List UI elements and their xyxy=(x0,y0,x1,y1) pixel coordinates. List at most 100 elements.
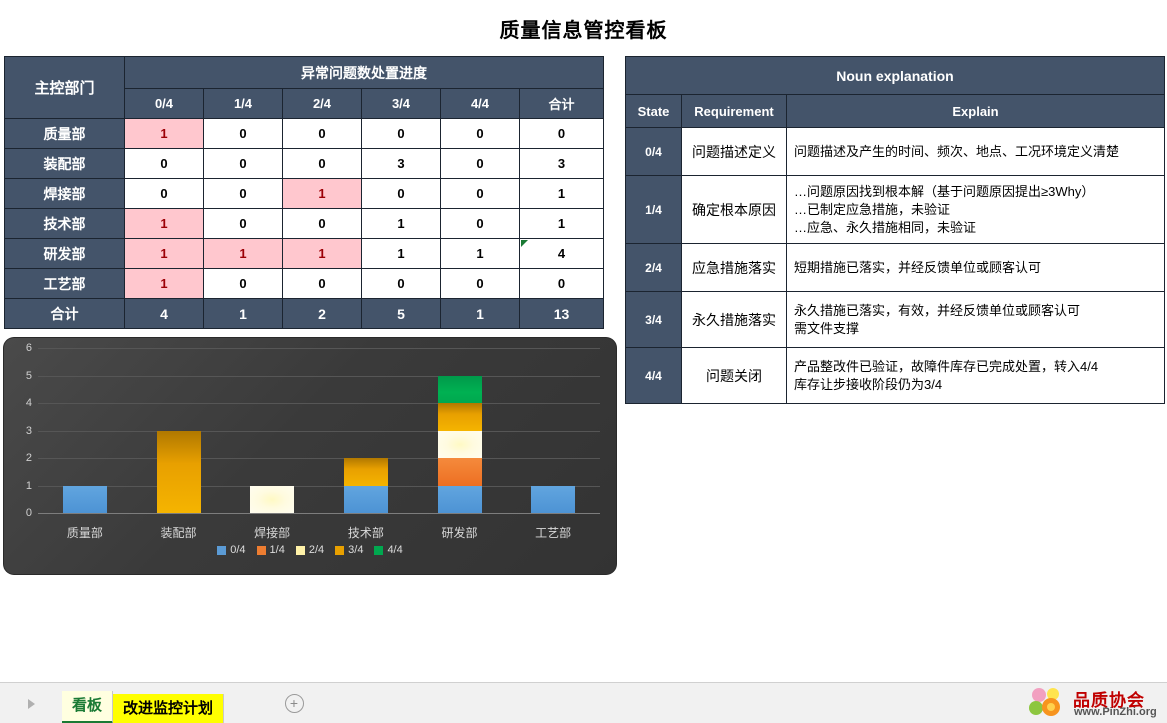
table-row: 研发部 1 1 1 1 1 4 xyxy=(4,238,604,269)
x-tick-2: 焊接部 xyxy=(254,526,291,540)
explain-1: …问题原因找到根本解（基于问题原因提出≥3Why） …已制定应急措施，未验证 …… xyxy=(786,175,1165,244)
bar-segment-3-0 xyxy=(343,485,388,513)
dept-label: 研发部 xyxy=(4,238,125,269)
x-tick-0: 质量部 xyxy=(66,526,103,540)
cell-0-3: 0 xyxy=(361,118,441,149)
cell-0-0: 1 xyxy=(124,118,204,149)
sheet-scroll-right-button[interactable] xyxy=(0,683,62,723)
legend-item-0[interactable]: 0/4 xyxy=(217,544,246,556)
requirement-1: 确定根本原因 xyxy=(681,175,787,244)
legend-item-1[interactable]: 1/4 xyxy=(256,544,285,556)
explanation-row: 2/4 应急措施落实 短期措施已落实，并经反馈单位或顾客认可 xyxy=(625,243,1165,292)
legend-label: 0/4 xyxy=(230,544,246,556)
bar-segment-1-3 xyxy=(156,430,201,513)
cell-0-1: 0 xyxy=(203,118,283,149)
total-0: 4 xyxy=(124,298,204,329)
stacked-bar-chart[interactable]: 0 1 2 3 4 5 6 质量部 装配部 焊接部 技术部 研发部 工艺部 0/4 1/4 2/4 3/4 4/… xyxy=(4,338,616,574)
explanation-row: 0/4 问题描述定义 问题描述及产生的时间、频次、地点、工况环境定义清楚 xyxy=(625,127,1165,176)
bar-group-2[interactable] xyxy=(232,348,312,513)
right-table-title: Noun explanation xyxy=(625,56,1165,95)
explain-4: 产品整改件已验证，故障件库存已完成处置，转入4/4 库存让步接收阶段仍为3/4 xyxy=(786,347,1165,404)
cell-5-1: 0 xyxy=(203,268,283,299)
bar-segment-0-0 xyxy=(62,485,107,513)
right-col-requirement: Requirement xyxy=(681,94,787,128)
add-sheet-button[interactable]: + xyxy=(280,683,308,723)
cell-2-0: 0 xyxy=(124,178,204,209)
logo-url: www.PinZhi.org xyxy=(1074,706,1157,718)
table-row: 质量部 1 0 0 0 0 0 xyxy=(4,118,604,149)
pinzhi-logo: 品质协会 www.PinZhi.org xyxy=(1027,685,1159,723)
cell-5-3: 0 xyxy=(361,268,441,299)
legend-swatch-icon xyxy=(256,545,266,555)
cell-3-5: 1 xyxy=(519,208,604,239)
total-5: 13 xyxy=(519,298,604,329)
bar-group-5[interactable] xyxy=(513,348,593,513)
cell-1-0: 0 xyxy=(124,148,204,179)
bar-group-4[interactable] xyxy=(420,348,500,513)
cell-5-4: 0 xyxy=(440,268,520,299)
cell-3-4: 0 xyxy=(440,208,520,239)
cell-0-4: 0 xyxy=(440,118,520,149)
sheet-tab-1[interactable]: 改进监控计划 xyxy=(113,694,225,723)
cell-3-0: 1 xyxy=(124,208,204,239)
legend-item-2[interactable]: 2/4 xyxy=(295,544,325,556)
state-1: 1/4 xyxy=(625,175,682,244)
bar-group-1[interactable] xyxy=(139,348,219,513)
left-table-col-5: 合计 xyxy=(519,88,604,119)
table-row: 技术部 1 0 0 1 0 1 xyxy=(4,208,604,239)
state-0: 0/4 xyxy=(625,127,682,176)
left-table-group-header: 异常问题数处置进度 xyxy=(124,56,604,89)
flower-logo-icon xyxy=(1029,688,1060,716)
explain-0: 问题描述及产生的时间、频次、地点、工况环境定义清楚 xyxy=(786,127,1165,176)
dept-label: 质量部 xyxy=(4,118,125,149)
requirement-0: 问题描述定义 xyxy=(681,127,787,176)
state-2: 2/4 xyxy=(625,243,682,292)
cell-3-1: 0 xyxy=(203,208,283,239)
legend-item-4[interactable]: 4/4 xyxy=(374,544,403,556)
cell-4-4: 1 xyxy=(440,238,520,269)
cell-1-1: 0 xyxy=(203,148,283,179)
y-tick-5: 5 xyxy=(25,369,32,382)
sheet-tab-0[interactable]: 看板 xyxy=(62,691,114,723)
legend-swatch-icon xyxy=(295,545,305,555)
bar-segment-4-2 xyxy=(437,430,482,458)
dept-label: 技术部 xyxy=(4,208,125,239)
table-row: 焊接部 0 0 1 0 0 1 xyxy=(4,178,604,209)
bar-segment-4-1 xyxy=(437,458,482,486)
cell-3-3: 1 xyxy=(361,208,441,239)
gridline-0: 0 xyxy=(26,507,600,519)
sheet-tab-bar: 看板 改进监控计划 + 品质协会 www.PinZhi.org xyxy=(0,682,1167,723)
dashboard-page: 质量信息管控看板 主控部门 异常问题数处置进度 0/4 1/4 2/4 3/4 4/4 合计质… xyxy=(0,0,1167,723)
cell-4-2: 1 xyxy=(282,238,362,269)
y-tick-2: 2 xyxy=(25,452,32,464)
left-table-col-4: 4/4 xyxy=(440,88,520,119)
plus-icon: + xyxy=(284,694,304,713)
left-table-col-1: 1/4 xyxy=(203,88,283,119)
x-tick-4: 研发部 xyxy=(441,526,478,540)
cell-2-2: 1 xyxy=(282,178,362,209)
legend-item-3[interactable]: 3/4 xyxy=(335,544,363,556)
cell-2-5: 1 xyxy=(519,178,604,209)
bar-group-0[interactable] xyxy=(45,348,125,513)
cell-4-5: 4 xyxy=(519,238,604,269)
total-4: 1 xyxy=(440,298,520,329)
left-table-col-2: 2/4 xyxy=(282,88,362,119)
bar-group-3[interactable] xyxy=(326,348,406,513)
x-tick-3: 技术部 xyxy=(347,526,384,540)
x-tick-1: 装配部 xyxy=(160,526,197,540)
requirement-4: 问题关闭 xyxy=(681,347,787,404)
y-tick-3: 3 xyxy=(25,424,32,437)
dept-label: 工艺部 xyxy=(4,268,125,299)
cell-3-2: 0 xyxy=(282,208,362,239)
cell-2-4: 0 xyxy=(440,178,520,209)
cell-0-5: 0 xyxy=(519,118,604,149)
explanation-row: 3/4 永久措施落实 永久措施已落实，有效，并经反馈单位或顾客认可 需文件支撑 xyxy=(625,291,1165,348)
total-label: 合计 xyxy=(4,298,125,329)
legend-label: 2/4 xyxy=(308,544,325,556)
cell-1-3: 3 xyxy=(361,148,441,179)
cell-5-0: 1 xyxy=(124,268,204,299)
cell-4-3: 1 xyxy=(361,238,441,269)
total-1: 1 xyxy=(203,298,283,329)
right-col-state: State xyxy=(625,94,682,128)
cell-1-5: 3 xyxy=(519,148,604,179)
